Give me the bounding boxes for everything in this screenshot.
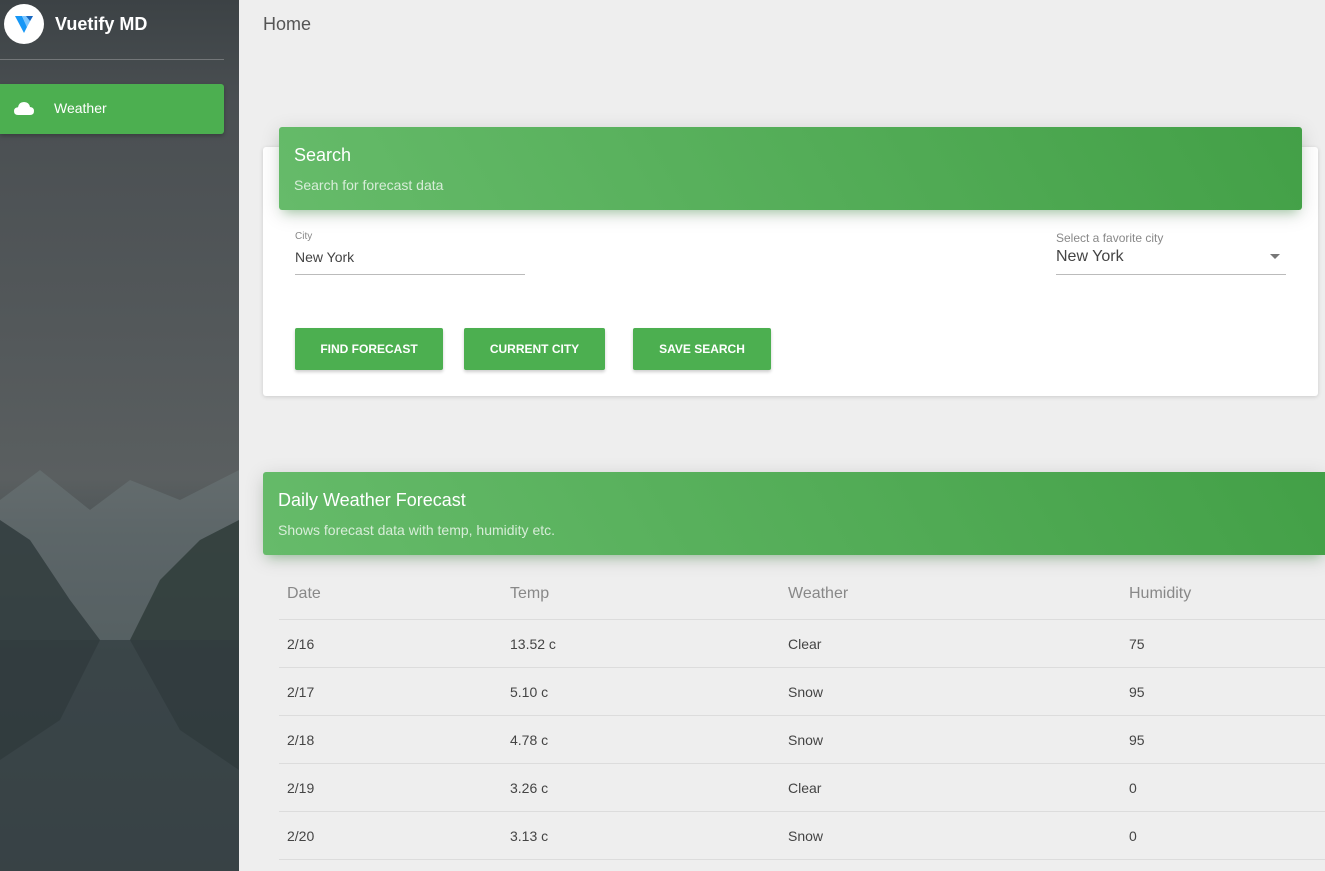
sidebar-item-weather[interactable]: Weather bbox=[0, 84, 224, 134]
city-field-label: City bbox=[295, 231, 313, 242]
sidebar-header: Vuetify MD bbox=[0, 0, 239, 60]
current-city-button[interactable]: CURRENT CITY bbox=[464, 328, 605, 370]
forecast-card-subtitle: Shows forecast data with temp, humidity … bbox=[278, 522, 556, 538]
cloud-icon bbox=[13, 99, 35, 122]
forecast-table: Date Temp Weather Humidity 2/16 13.52 c … bbox=[279, 570, 1325, 860]
table-row: 2/18 4.78 c Snow 95 bbox=[279, 716, 1325, 764]
favorite-city-select[interactable]: Select a favorite city New York bbox=[1056, 231, 1286, 275]
table-cell-weather: Snow bbox=[788, 828, 824, 844]
table-cell-weather: Clear bbox=[788, 636, 822, 652]
table-cell-humidity: 75 bbox=[1129, 636, 1145, 652]
table-cell-date: 2/18 bbox=[287, 732, 315, 748]
column-header-weather[interactable]: Weather bbox=[788, 570, 848, 618]
table-row: 2/19 3.26 c Clear 0 bbox=[279, 764, 1325, 812]
table-cell-humidity: 95 bbox=[1129, 684, 1145, 700]
column-header-date[interactable]: Date bbox=[287, 570, 321, 618]
table-cell-weather: Snow bbox=[788, 684, 824, 700]
table-header-row: Date Temp Weather Humidity bbox=[279, 570, 1325, 620]
table-cell-temp: 4.78 c bbox=[510, 732, 549, 748]
page-title: Home bbox=[263, 14, 312, 34]
favorite-city-label: Select a favorite city bbox=[1056, 231, 1164, 245]
sidebar-divider bbox=[0, 59, 224, 60]
table-row: 2/17 5.10 c Snow 95 bbox=[279, 668, 1325, 716]
table-cell-date: 2/16 bbox=[287, 636, 315, 652]
table-cell-humidity: 95 bbox=[1129, 732, 1145, 748]
table-cell-date: 2/19 bbox=[287, 780, 315, 796]
table-cell-date: 2/17 bbox=[287, 684, 315, 700]
save-search-button[interactable]: SAVE SEARCH bbox=[633, 328, 771, 370]
sidebar: Vuetify MD Weather bbox=[0, 0, 239, 871]
vuetify-logo-icon[interactable] bbox=[4, 4, 44, 44]
table-cell-temp: 13.52 c bbox=[510, 636, 556, 652]
search-card: Search Search for forecast data City Sel… bbox=[263, 127, 1318, 396]
table-cell-temp: 5.10 c bbox=[510, 684, 549, 700]
table-row: 2/20 3.13 c Snow 0 bbox=[279, 812, 1325, 860]
forecast-card-title: Daily Weather Forecast bbox=[278, 490, 466, 510]
table-cell-humidity: 0 bbox=[1129, 780, 1137, 796]
favorite-city-value[interactable]: New York bbox=[1056, 248, 1256, 266]
table-cell-temp: 3.13 c bbox=[510, 828, 549, 844]
table-row: 2/16 13.52 c Clear 75 bbox=[279, 620, 1325, 668]
sidebar-item-label: Weather bbox=[54, 100, 107, 116]
column-header-temp[interactable]: Temp bbox=[510, 570, 549, 618]
city-field: City bbox=[295, 231, 525, 275]
table-cell-humidity: 0 bbox=[1129, 828, 1137, 844]
column-header-humidity[interactable]: Humidity bbox=[1129, 570, 1191, 618]
table-cell-weather: Snow bbox=[788, 732, 824, 748]
forecast-card-header: Daily Weather Forecast Shows forecast da… bbox=[263, 472, 1325, 555]
find-forecast-button[interactable]: FIND FORECAST bbox=[295, 328, 443, 370]
table-cell-weather: Clear bbox=[788, 780, 822, 796]
search-card-header: Search Search for forecast data bbox=[279, 127, 1302, 210]
search-card-title: Search bbox=[294, 145, 352, 165]
city-input[interactable] bbox=[295, 249, 495, 265]
app-title: Vuetify MD bbox=[55, 14, 148, 34]
dropdown-arrow-icon[interactable] bbox=[1270, 254, 1280, 259]
table-cell-temp: 3.26 c bbox=[510, 780, 549, 796]
search-card-subtitle: Search for forecast data bbox=[294, 177, 444, 193]
table-cell-date: 2/20 bbox=[287, 828, 315, 844]
